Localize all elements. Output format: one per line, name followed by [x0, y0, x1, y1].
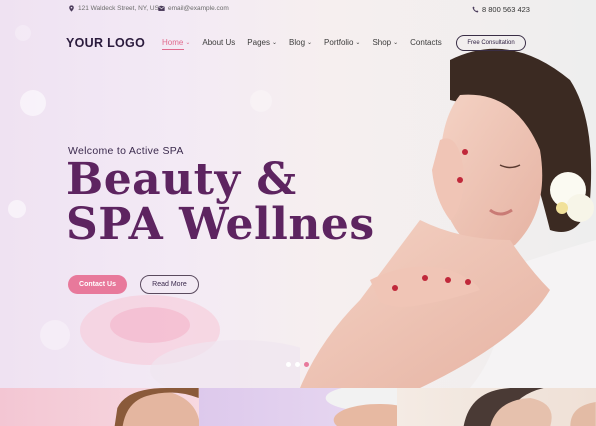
top-bar: 121 Waldeck Street, NY, USA email@exampl…: [0, 4, 596, 18]
hero-title: Beauty & SPA Wellnes: [66, 157, 375, 247]
address-info: 121 Waldeck Street, NY, USA: [68, 5, 163, 12]
contact-us-button[interactable]: Contact Us: [68, 275, 127, 294]
slider-dots: [286, 362, 309, 367]
gallery-tile[interactable]: [0, 388, 199, 426]
chevron-down-icon: ⌄: [185, 39, 191, 46]
chevron-down-icon: ⌄: [355, 39, 361, 46]
gallery-tile[interactable]: [198, 388, 398, 426]
bokeh-light: [250, 90, 272, 112]
nav-label: Blog: [289, 38, 306, 47]
nav-label: Pages: [247, 38, 270, 47]
bokeh-light: [8, 200, 26, 218]
slider-dot[interactable]: [286, 362, 291, 367]
envelope-icon: [158, 5, 165, 11]
nav-item-blog[interactable]: Blog ⌄: [289, 38, 312, 47]
email-info[interactable]: email@example.com: [158, 5, 229, 12]
site-logo[interactable]: YOUR LOGO: [66, 36, 145, 50]
nav-label: About Us: [202, 38, 236, 47]
address-text: 121 Waldeck Street, NY, USA: [78, 5, 164, 12]
slider-dot[interactable]: [295, 362, 300, 367]
phone-info[interactable]: 8 800 563 423: [472, 5, 530, 14]
hero-title-line-1: Beauty &: [66, 154, 297, 205]
email-text[interactable]: email@example.com: [168, 5, 229, 12]
chevron-down-icon: ⌄: [307, 39, 313, 46]
bokeh-light: [15, 25, 31, 41]
hero-title-line-2: SPA Wellnes: [66, 199, 375, 250]
bokeh-light: [20, 90, 46, 116]
nav-label: Shop: [372, 38, 392, 47]
main-nav: Home ⌄ About Us Pages ⌄ Blog ⌄ Portfolio…: [162, 38, 454, 50]
nav-item-contacts[interactable]: Contacts: [410, 38, 442, 47]
nav-item-home[interactable]: Home ⌄: [162, 38, 191, 50]
chevron-down-icon: ⌄: [271, 39, 277, 46]
gallery-tile[interactable]: [397, 388, 596, 426]
nav-label: Contacts: [410, 38, 442, 47]
nav-label: Portfolio: [324, 38, 354, 47]
nav-item-pages[interactable]: Pages ⌄: [247, 38, 277, 47]
slider-dot-active[interactable]: [304, 362, 309, 367]
gallery-strip: [0, 388, 596, 426]
read-more-button[interactable]: Read More: [140, 275, 199, 294]
hero-section: 121 Waldeck Street, NY, USA email@exampl…: [0, 0, 596, 388]
towel-image: [80, 295, 300, 388]
woman-portrait-image: [114, 388, 199, 426]
nav-item-shop[interactable]: Shop ⌄: [372, 38, 398, 47]
nav-item-about-us[interactable]: About Us: [202, 38, 235, 47]
chevron-down-icon: ⌄: [393, 39, 399, 46]
phone-text[interactable]: 8 800 563 423: [482, 5, 530, 14]
map-pin-icon: [69, 5, 74, 12]
nav-item-portfolio[interactable]: Portfolio ⌄: [324, 38, 360, 47]
nav-label: Home: [162, 38, 184, 47]
spa-treatment-image: [325, 388, 398, 426]
phone-icon: [472, 6, 479, 13]
woman-portrait-image: [464, 388, 596, 426]
free-consultation-button[interactable]: Free Consultation: [456, 35, 526, 51]
